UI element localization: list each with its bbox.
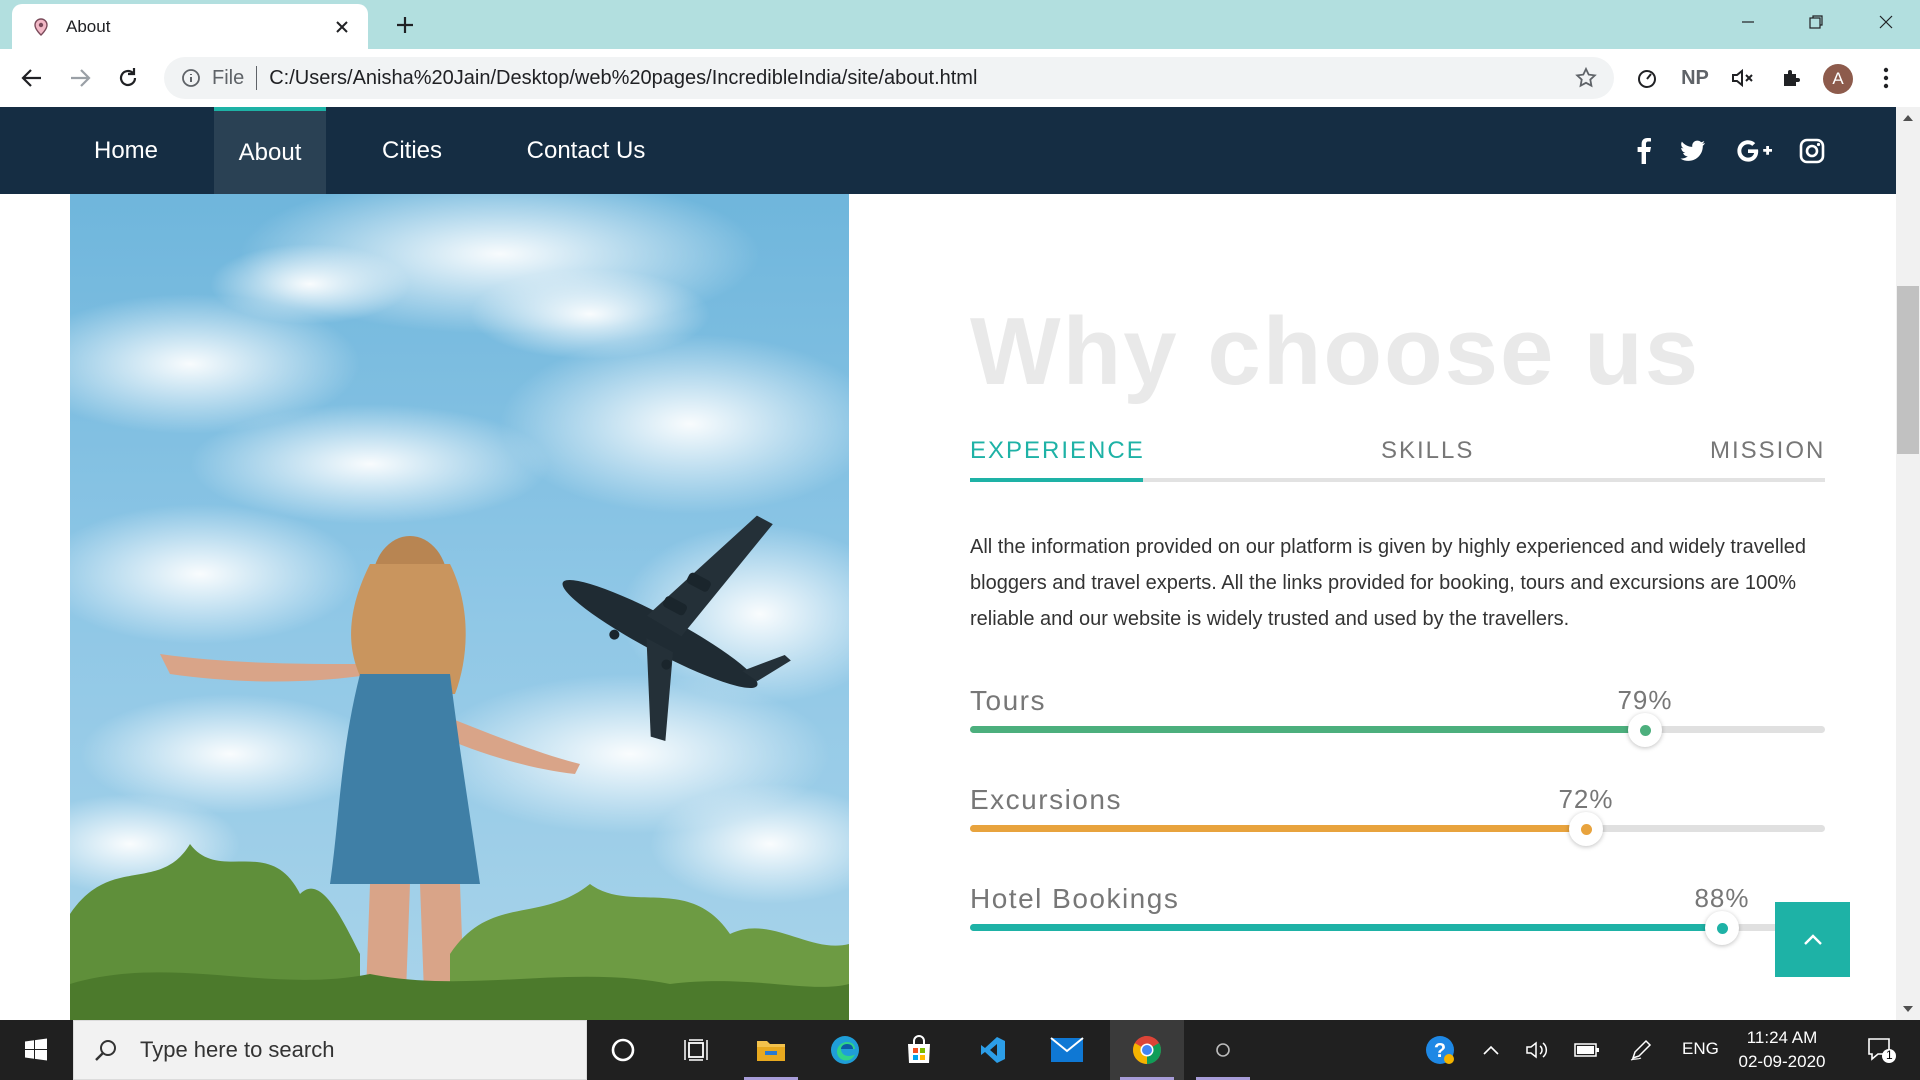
tab-experience[interactable]: EXPERIENCE [970,437,1145,465]
skill-track [970,713,1825,747]
profile-avatar[interactable]: A [1823,64,1853,94]
tab-underline-track [970,478,1825,482]
task-view-icon[interactable] [660,1020,734,1080]
girl-airplane-photo [70,194,849,1020]
page-scrollbar[interactable] [1896,107,1920,1020]
google-plus-icon[interactable] [1735,135,1775,167]
browser-tab[interactable]: About [12,4,368,49]
url-scheme-label: File [212,66,245,89]
skill-track [970,911,1825,945]
omnibox-divider [256,66,258,90]
location-pin-icon [32,17,50,36]
battery-icon[interactable] [1562,1020,1612,1080]
tab-mission[interactable]: MISSION [1710,437,1825,465]
skill-track [970,812,1825,846]
skill-bar-tours: Tours 79% [970,685,1825,747]
site-navbar: Home About Cities Contact Us [0,107,1896,194]
twitter-icon[interactable] [1677,135,1709,167]
np-extension-icon[interactable]: NP [1679,62,1711,94]
speedometer-extension-icon[interactable] [1631,62,1663,94]
language-indicator[interactable]: ENG [1682,1039,1719,1059]
store-icon[interactable] [882,1020,956,1080]
url-text[interactable]: C:/Users/Anisha%20Jain/Desktop/web%20pag… [269,67,977,90]
info-icon[interactable] [180,67,202,89]
cortana-icon[interactable] [586,1020,660,1080]
scroll-to-top-button[interactable] [1775,902,1850,977]
windows-taskbar: Type here to search ? ENG 11:24 AM 02-09… [0,1020,1920,1080]
close-tab-icon[interactable] [330,15,354,39]
nav-cities-link[interactable]: Cities [356,107,468,194]
minimize-button[interactable] [1714,0,1782,44]
clock-time: 11:24 AM [1746,1028,1818,1047]
new-tab-button[interactable] [392,12,418,38]
browser-menu-icon[interactable] [1870,62,1902,94]
taskbar-search-box[interactable]: Type here to search [73,1020,587,1080]
windows-logo-icon [25,1038,47,1061]
instagram-icon[interactable] [1796,135,1828,167]
mute-extension-icon[interactable] [1727,62,1759,94]
close-window-button[interactable] [1852,0,1920,44]
volume-icon[interactable] [1512,1020,1562,1080]
back-button[interactable] [16,62,48,94]
skill-fill [970,924,1722,931]
active-tab-indicator [970,478,1143,482]
mail-icon[interactable] [1030,1020,1104,1080]
vscode-icon[interactable] [956,1020,1030,1080]
notification-center-icon[interactable]: 1 [1846,1020,1916,1080]
taskbar-clock[interactable]: 11:24 AM 02-09-2020 [1732,1026,1832,1074]
nav-contact-link[interactable]: Contact Us [506,107,666,194]
skill-bar-hotel-bookings: Hotel Bookings 88% [970,883,1825,945]
chevron-up-tray-icon[interactable] [1466,1020,1516,1080]
page-viewport: Home About Cities Contact Us Why choose … [0,107,1896,1020]
help-icon[interactable]: ? [1410,1020,1470,1080]
facebook-icon[interactable] [1628,135,1660,167]
search-icon [95,1040,116,1061]
nav-about-link[interactable]: About [214,107,326,194]
skill-percent: 79% [1617,685,1673,715]
app-circle-icon[interactable] [1186,1020,1260,1080]
extensions-puzzle-icon[interactable] [1775,62,1807,94]
restore-button[interactable] [1782,0,1850,44]
pen-icon[interactable] [1616,1020,1666,1080]
file-explorer-icon[interactable] [734,1020,808,1080]
skill-bar-excursions: Excursions 72% [970,784,1825,846]
tab-skills[interactable]: SKILLS [1381,437,1474,465]
chevron-up-icon [1803,933,1822,945]
experience-paragraph: All the information provided on our plat… [970,536,1807,630]
notification-count: 1 [1886,1048,1893,1062]
address-bar[interactable]: File C:/Users/Anisha%20Jain/Desktop/web%… [164,57,1614,99]
skill-slider-handle[interactable] [1569,812,1603,846]
info-tabs: EXPERIENCE SKILLS MISSION [970,437,1825,477]
tab-title: About [66,16,111,36]
skill-slider-handle[interactable] [1628,713,1662,747]
section-title: Why choose us [970,298,1701,405]
bookmark-star-icon[interactable] [1574,66,1598,90]
skill-percent: 72% [1558,784,1614,814]
clock-date: 02-09-2020 [1738,1052,1826,1071]
skill-fill [970,726,1645,733]
skill-label: Tours [970,685,1046,716]
skill-percent: 88% [1694,883,1750,913]
chrome-icon[interactable] [1110,1020,1184,1080]
reload-button[interactable] [112,62,144,94]
skill-slider-handle[interactable] [1705,911,1739,945]
scrollbar-thumb[interactable] [1897,286,1919,454]
scroll-up-arrow-icon[interactable] [1902,113,1914,123]
scroll-down-arrow-icon[interactable] [1902,1004,1914,1014]
skill-label: Excursions [970,784,1122,815]
forward-button[interactable] [64,62,96,94]
windows-start-button[interactable] [0,1020,72,1080]
skill-label: Hotel Bookings [970,883,1180,914]
nav-home-link[interactable]: Home [70,107,182,194]
browser-toolbar: File C:/Users/Anisha%20Jain/Desktop/web%… [0,49,1920,107]
browser-tabstrip: About [0,0,1920,49]
skill-fill [970,825,1586,832]
search-placeholder: Type here to search [140,1037,335,1062]
edge-browser-icon[interactable] [808,1020,882,1080]
